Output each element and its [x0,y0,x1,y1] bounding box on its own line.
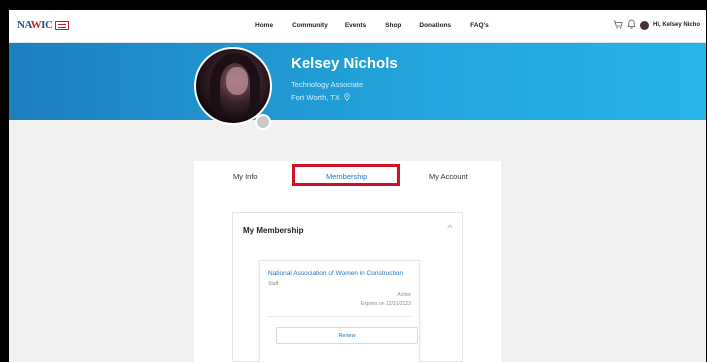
app-window: NAWIC Home Community Events Shop Donatio… [9,10,706,362]
renew-button[interactable]: Renew [276,327,418,344]
logo-text-w: W [30,19,42,31]
nav-donations[interactable]: Donations [419,22,451,29]
membership-status: Active [397,292,411,298]
profile-name: Kelsey Nichols [291,55,398,72]
change-photo-button[interactable] [255,114,271,130]
membership-header: My Membership [243,226,304,235]
profile-title: Technology Associate [291,80,364,89]
membership-card: National Association of Women in Constru… [259,260,420,362]
map-pin-icon [344,93,350,103]
profile-banner: Kelsey Nichols Technology Associate Fort… [9,43,706,120]
nav-faqs[interactable]: FAQ's [470,22,489,29]
nav-home[interactable]: Home [255,22,273,29]
profile-location: Fort Worth, TX [291,93,350,103]
logo-text-na: NA [17,19,31,31]
tab-my-account[interactable]: My Account [429,172,468,181]
nav-community[interactable]: Community [292,22,328,29]
logo-text-ic: IC [41,19,53,31]
tab-highlight-box [292,164,400,186]
logo-emblem-icon [55,20,70,30]
membership-section: My Membership ^ National Association of … [232,212,463,362]
profile-location-text: Fort Worth, TX [291,93,340,102]
nawic-logo[interactable]: NAWIC [17,19,70,31]
cart-icon[interactable] [613,20,623,31]
nav-shop[interactable]: Shop [385,22,401,29]
user-greeting[interactable]: Hi, Kelsey Nicho [653,22,700,28]
nav-events[interactable]: Events [345,22,366,29]
bell-icon[interactable] [627,19,636,31]
top-nav: NAWIC Home Community Events Shop Donatio… [9,10,706,43]
chevron-up-icon[interactable]: ^ [447,224,452,233]
main-nav: Home Community Events Shop Donations FAQ… [255,22,489,29]
divider [268,316,411,317]
membership-expires: Expires on 12/31/2123 [360,301,411,307]
avatar-small[interactable] [639,20,649,30]
membership-role: Staff [268,281,279,287]
membership-panel: My Membership ^ National Association of … [194,190,501,362]
user-area: Hi, Kelsey Nicho [613,19,700,31]
organization-name[interactable]: National Association of Women in Constru… [268,270,403,277]
tab-my-info[interactable]: My Info [233,172,258,181]
